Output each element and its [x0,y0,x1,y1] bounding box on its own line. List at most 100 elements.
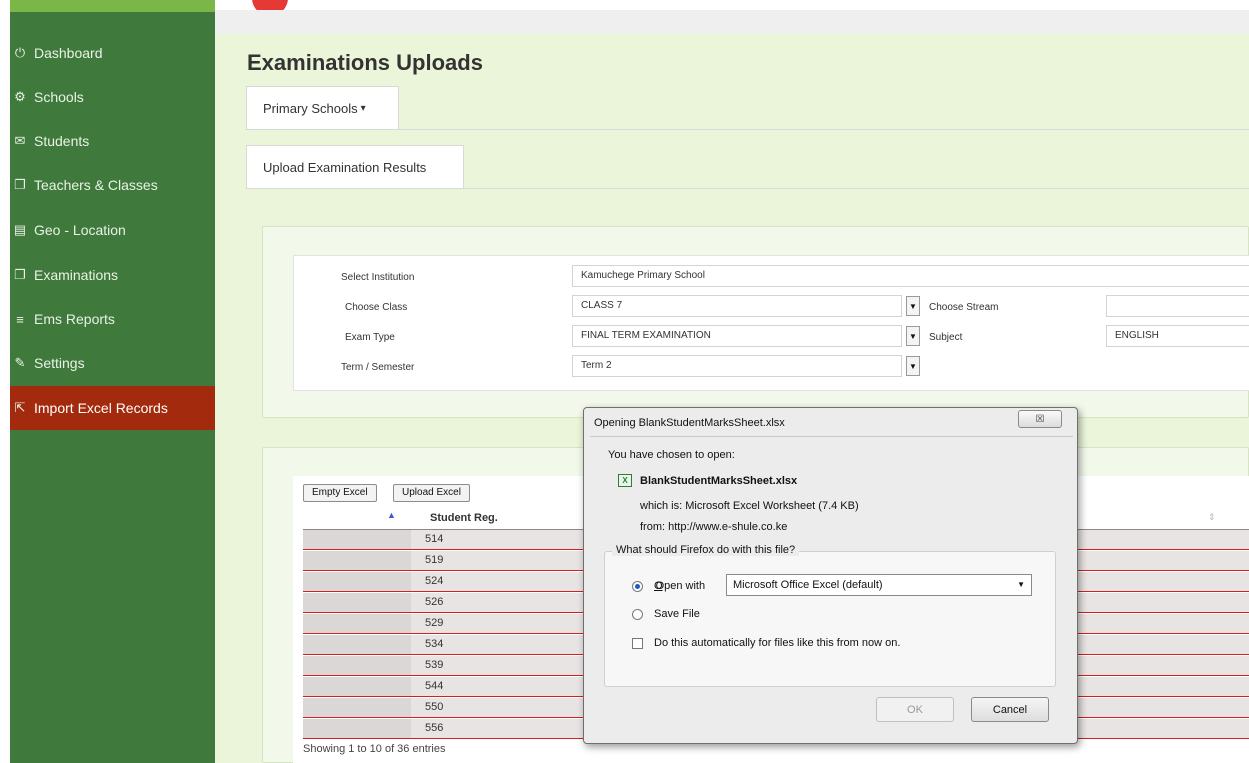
sidebar-item-label: Settings [34,355,85,371]
envelope-icon: ✉ [14,133,26,148]
institution-field[interactable]: Kamuchege Primary School [572,265,1249,287]
sort-asc-icon[interactable]: ▲ [387,510,396,520]
dropdown-arrow-icon: ▼ [909,331,917,341]
file-name: BlankStudentMarksSheet.xlsx [640,475,798,487]
excel-file-icon-glyph: X [622,476,628,485]
class-dropdown-button[interactable]: ▼ [906,296,920,316]
table-cell [303,698,411,717]
import-icon: ⇱ [14,400,26,415]
stream-label: Choose Stream [929,302,999,313]
table-cell [303,572,411,591]
tab-primary-schools[interactable]: Primary Schools ▾ [246,86,399,129]
caret-down-icon: ▾ [360,102,366,114]
action-group-legend: What should Firefox do with this file? [612,544,800,556]
dialog-close-button[interactable]: ☒ [1018,410,1062,428]
institution-label: Select Institution [341,272,415,283]
dropdown-arrow-icon: ▼ [909,361,917,371]
open-with-select[interactable]: Microsoft Office Excel (default) ▼ [726,574,1032,596]
sidebar-item-students[interactable]: ✉ Students [10,119,215,163]
sidebar-item-import-excel-records[interactable]: ⇱ Import Excel Records [10,386,215,430]
tab-divider [246,129,1249,130]
filter-form: Select Institution Kamuchege Primary Sch… [293,255,1249,391]
term-select[interactable]: Term 2 [572,355,902,377]
save-file-radio[interactable] [632,609,643,620]
sort-both-icon[interactable]: ⇕ [1208,512,1216,523]
dialog-title-divider [590,436,1073,437]
open-with-value: Microsoft Office Excel (default) [733,579,883,591]
table-cell [303,530,411,549]
sidebar-item-label: Students [34,133,90,149]
sidebar-item-label: Dashboard [34,45,103,61]
dropdown-arrow-icon: ▼ [1017,580,1025,589]
exam-type-label: Exam Type [345,332,395,343]
student-reg-cell: 556 [425,722,444,734]
tab-upload-examination-results[interactable]: Upload Examination Results [246,145,464,188]
sidebar-item-label: Import Excel Records [34,400,168,416]
table-cell [303,656,411,675]
dropdown-arrow-icon: ▼ [909,301,917,311]
book-icon: ❐ [14,177,26,192]
term-dropdown-button[interactable]: ▼ [906,356,920,376]
student-reg-cell: 539 [425,659,444,671]
chosen-to-open-text: You have chosen to open: [608,449,735,461]
table-entries-info: Showing 1 to 10 of 36 entries [303,743,446,755]
student-reg-cell: 526 [425,596,444,608]
sidebar-item-label: Ems Reports [34,311,115,327]
sidebar-item-examinations[interactable]: ❐ Examinations [10,253,215,297]
student-reg-cell: 529 [425,617,444,629]
subject-select[interactable]: ENGLISH [1106,325,1249,347]
stream-select[interactable] [1106,295,1249,317]
ok-button[interactable]: OK [876,697,954,722]
student-reg-cell: 550 [425,701,444,713]
upload-excel-button[interactable]: Upload Excel [393,484,470,502]
file-open-dialog: Opening BlankStudentMarksSheet.xlsx ☒ Yo… [583,407,1078,744]
auto-action-label[interactable]: Do this automatically for files like thi… [654,637,900,649]
open-with-label-text: Open with [655,580,706,592]
sidebar-item-schools[interactable]: ⚙ Schools [10,75,215,119]
table-cell [303,719,411,738]
sidebar-item-settings[interactable]: ✎ Settings [10,341,215,385]
student-reg-cell: 544 [425,680,444,692]
exam-type-dropdown-button[interactable]: ▼ [906,326,920,346]
student-reg-cell: 534 [425,638,444,650]
close-icon: ☒ [1035,413,1045,425]
sidebar-item-geo-location[interactable]: ▤ Geo - Location [10,208,215,252]
auto-action-checkbox[interactable] [632,638,643,649]
table-cell [303,551,411,570]
term-label: Term / Semester [341,362,415,373]
sidebar-item-dashboard[interactable]: ⏻ Dashboard [10,31,215,75]
pencil-icon: ✎ [14,355,26,370]
sidebar: ⏻ Dashboard ⚙ Schools ✉ Students ❐ Teach… [10,0,215,763]
column-header-student-reg[interactable]: Student Reg. [430,512,498,524]
sidebar-item-ems-reports[interactable]: ≡ Ems Reports [10,297,215,341]
list-icon: ≡ [16,311,24,327]
power-icon: ⏻ [14,45,26,60]
class-label: Choose Class [345,302,408,313]
empty-excel-button[interactable]: Empty Excel [303,484,377,502]
tab-divider [246,188,1249,189]
sidebar-item-label: Geo - Location [34,222,126,238]
sidebar-item-label: Teachers & Classes [34,177,158,193]
sidebar-item-teachers-classes[interactable]: ❐ Teachers & Classes [10,163,215,207]
main-topbar [215,0,1249,16]
subject-label: Subject [929,332,963,343]
excel-file-icon: X [618,474,632,487]
page-title: Examinations Uploads [247,50,483,75]
student-reg-cell: 514 [425,533,444,545]
open-with-label[interactable]: OOpen with [654,580,705,592]
save-file-label[interactable]: Save File [654,608,700,620]
table-cell [303,677,411,696]
book-icon: ❐ [14,267,26,282]
student-reg-cell: 519 [425,554,444,566]
cancel-button[interactable]: Cancel [971,697,1049,722]
file-type-text: which is: Microsoft Excel Worksheet (7.4… [640,500,859,512]
sidebar-topbar [10,0,215,12]
file-source-text: from: http://www.e-shule.co.ke [640,521,788,533]
table-cell [303,614,411,633]
exam-type-select[interactable]: FINAL TERM EXAMINATION [572,325,902,347]
table-cell [303,593,411,612]
sidebar-item-label: Schools [34,89,84,105]
open-with-radio[interactable] [632,581,643,592]
class-select[interactable]: CLASS 7 [572,295,902,317]
student-reg-cell: 524 [425,575,444,587]
